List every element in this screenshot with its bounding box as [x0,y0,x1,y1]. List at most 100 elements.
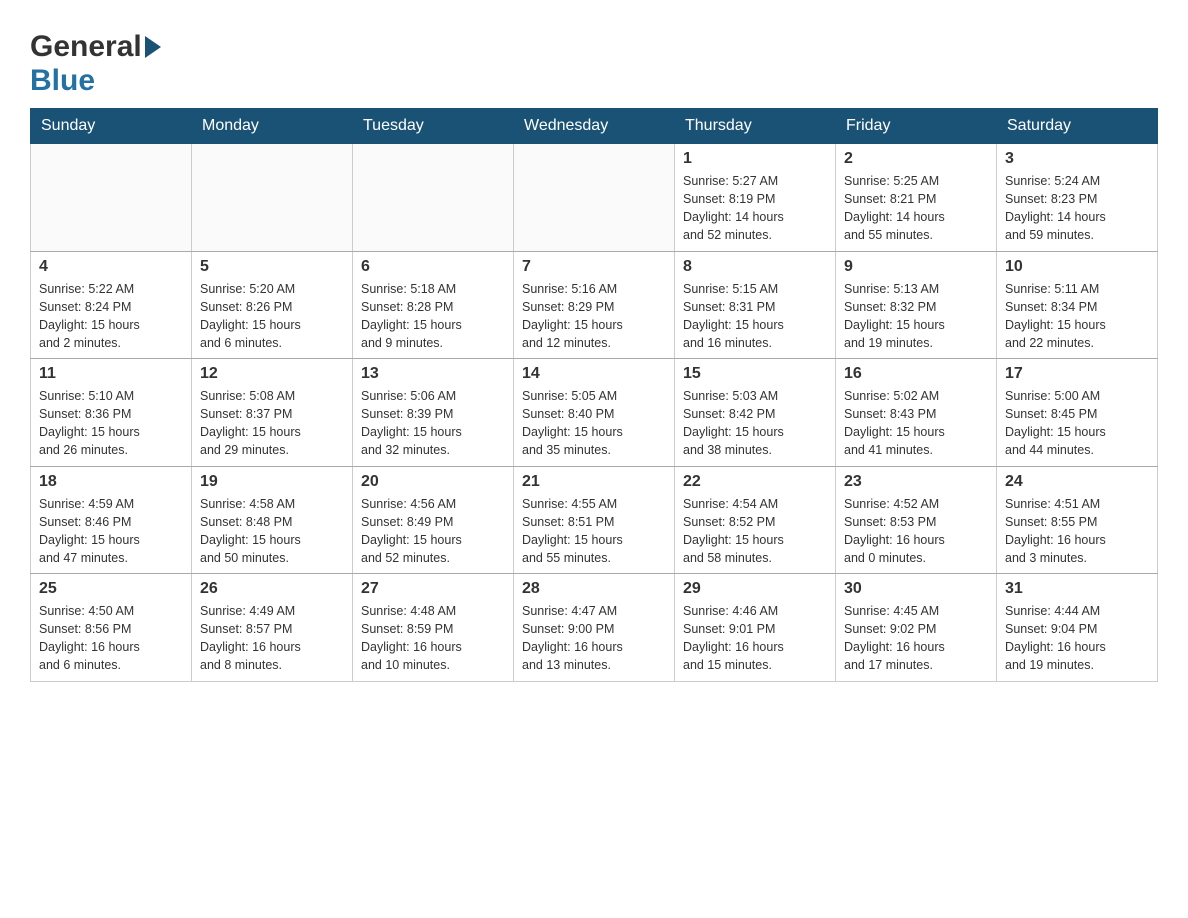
day-number: 13 [361,365,505,383]
calendar-cell: 6 Sunrise: 5:18 AM Sunset: 8:28 PM Daylig… [353,251,514,359]
header-monday: Monday [192,109,353,144]
calendar-cell: 9 Sunrise: 5:13 AM Sunset: 8:32 PM Daylig… [836,251,997,359]
day-number: 3 [1005,150,1149,168]
day-info: Sunrise: 5:06 AM Sunset: 8:39 PM Dayligh… [361,387,505,460]
day-number: 18 [39,473,183,491]
day-info: Sunrise: 4:55 AM Sunset: 8:51 PM Dayligh… [522,495,666,568]
calendar-cell: 4 Sunrise: 5:22 AM Sunset: 8:24 PM Daylig… [31,251,192,359]
calendar-cell: 16 Sunrise: 5:02 AM Sunset: 8:43 PM Dayli… [836,359,997,467]
day-number: 17 [1005,365,1149,383]
day-info: Sunrise: 5:15 AM Sunset: 8:31 PM Dayligh… [683,280,827,353]
logo: General Blue [30,20,161,98]
day-number: 8 [683,258,827,276]
day-number: 19 [200,473,344,491]
day-info: Sunrise: 5:13 AM Sunset: 8:32 PM Dayligh… [844,280,988,353]
day-number: 31 [1005,580,1149,598]
day-info: Sunrise: 5:02 AM Sunset: 8:43 PM Dayligh… [844,387,988,460]
day-number: 14 [522,365,666,383]
day-number: 12 [200,365,344,383]
day-info: Sunrise: 4:50 AM Sunset: 8:56 PM Dayligh… [39,602,183,675]
day-number: 9 [844,258,988,276]
day-number: 1 [683,150,827,168]
day-number: 22 [683,473,827,491]
calendar-cell: 25 Sunrise: 4:50 AM Sunset: 8:56 PM Dayli… [31,574,192,682]
header-friday: Friday [836,109,997,144]
day-info: Sunrise: 5:03 AM Sunset: 8:42 PM Dayligh… [683,387,827,460]
day-info: Sunrise: 4:48 AM Sunset: 8:59 PM Dayligh… [361,602,505,675]
day-info: Sunrise: 4:51 AM Sunset: 8:55 PM Dayligh… [1005,495,1149,568]
calendar-cell: 22 Sunrise: 4:54 AM Sunset: 8:52 PM Dayli… [675,466,836,574]
day-info: Sunrise: 5:11 AM Sunset: 8:34 PM Dayligh… [1005,280,1149,353]
day-info: Sunrise: 4:54 AM Sunset: 8:52 PM Dayligh… [683,495,827,568]
day-info: Sunrise: 5:08 AM Sunset: 8:37 PM Dayligh… [200,387,344,460]
header-sunday: Sunday [31,109,192,144]
calendar-cell: 5 Sunrise: 5:20 AM Sunset: 8:26 PM Daylig… [192,251,353,359]
day-info: Sunrise: 4:47 AM Sunset: 9:00 PM Dayligh… [522,602,666,675]
day-info: Sunrise: 4:45 AM Sunset: 9:02 PM Dayligh… [844,602,988,675]
calendar-cell: 14 Sunrise: 5:05 AM Sunset: 8:40 PM Dayli… [514,359,675,467]
day-info: Sunrise: 4:46 AM Sunset: 9:01 PM Dayligh… [683,602,827,675]
day-info: Sunrise: 5:10 AM Sunset: 8:36 PM Dayligh… [39,387,183,460]
calendar-cell: 23 Sunrise: 4:52 AM Sunset: 8:53 PM Dayli… [836,466,997,574]
calendar-cell: 11 Sunrise: 5:10 AM Sunset: 8:36 PM Dayli… [31,359,192,467]
header-tuesday: Tuesday [353,109,514,144]
day-number: 6 [361,258,505,276]
day-number: 28 [522,580,666,598]
page-header: General Blue [30,20,1158,98]
calendar-cell: 28 Sunrise: 4:47 AM Sunset: 9:00 PM Dayli… [514,574,675,682]
header-saturday: Saturday [997,109,1158,144]
day-number: 20 [361,473,505,491]
day-info: Sunrise: 5:25 AM Sunset: 8:21 PM Dayligh… [844,172,988,245]
day-number: 21 [522,473,666,491]
day-info: Sunrise: 5:27 AM Sunset: 8:19 PM Dayligh… [683,172,827,245]
calendar-cell: 26 Sunrise: 4:49 AM Sunset: 8:57 PM Dayli… [192,574,353,682]
day-number: 5 [200,258,344,276]
calendar-cell: 24 Sunrise: 4:51 AM Sunset: 8:55 PM Dayli… [997,466,1158,574]
day-number: 4 [39,258,183,276]
day-info: Sunrise: 5:24 AM Sunset: 8:23 PM Dayligh… [1005,172,1149,245]
calendar-table: SundayMondayTuesdayWednesdayThursdayFrid… [30,108,1158,682]
calendar-cell: 21 Sunrise: 4:55 AM Sunset: 8:51 PM Dayli… [514,466,675,574]
day-number: 25 [39,580,183,598]
day-info: Sunrise: 5:22 AM Sunset: 8:24 PM Dayligh… [39,280,183,353]
calendar-cell: 18Sunrise: 4:59 AM Sunset: 8:46 PM Dayli… [31,466,192,574]
day-number: 30 [844,580,988,598]
day-number: 15 [683,365,827,383]
calendar-cell: 8 Sunrise: 5:15 AM Sunset: 8:31 PM Daylig… [675,251,836,359]
calendar-cell: 12 Sunrise: 5:08 AM Sunset: 8:37 PM Dayli… [192,359,353,467]
calendar-cell: 20 Sunrise: 4:56 AM Sunset: 8:49 PM Dayli… [353,466,514,574]
day-number: 11 [39,365,183,383]
calendar-header-row: SundayMondayTuesdayWednesdayThursdayFrid… [31,109,1158,144]
day-info: Sunrise: 5:00 AM Sunset: 8:45 PM Dayligh… [1005,387,1149,460]
week-row-2: 4 Sunrise: 5:22 AM Sunset: 8:24 PM Daylig… [31,251,1158,359]
calendar-cell: 10 Sunrise: 5:11 AM Sunset: 8:34 PM Dayli… [997,251,1158,359]
calendar-cell: 31 Sunrise: 4:44 AM Sunset: 9:04 PM Dayli… [997,574,1158,682]
day-info: Sunrise: 4:56 AM Sunset: 8:49 PM Dayligh… [361,495,505,568]
week-row-1: 1 Sunrise: 5:27 AM Sunset: 8:19 PM Daylig… [31,144,1158,252]
week-row-3: 11 Sunrise: 5:10 AM Sunset: 8:36 PM Dayli… [31,359,1158,467]
header-wednesday: Wednesday [514,109,675,144]
calendar-cell: 17 Sunrise: 5:00 AM Sunset: 8:45 PM Dayli… [997,359,1158,467]
calendar-cell: 13 Sunrise: 5:06 AM Sunset: 8:39 PM Dayli… [353,359,514,467]
calendar-cell: 15 Sunrise: 5:03 AM Sunset: 8:42 PM Dayli… [675,359,836,467]
day-info: Sunrise: 5:20 AM Sunset: 8:26 PM Dayligh… [200,280,344,353]
day-info: Sunrise: 4:44 AM Sunset: 9:04 PM Dayligh… [1005,602,1149,675]
day-number: 10 [1005,258,1149,276]
calendar-cell: 7Sunrise: 5:16 AM Sunset: 8:29 PM Daylig… [514,251,675,359]
calendar-cell: 1 Sunrise: 5:27 AM Sunset: 8:19 PM Daylig… [675,144,836,252]
calendar-cell [31,144,192,252]
day-info: Sunrise: 5:05 AM Sunset: 8:40 PM Dayligh… [522,387,666,460]
day-number: 26 [200,580,344,598]
day-number: 16 [844,365,988,383]
day-info: Sunrise: 5:18 AM Sunset: 8:28 PM Dayligh… [361,280,505,353]
calendar-cell: 30 Sunrise: 4:45 AM Sunset: 9:02 PM Dayli… [836,574,997,682]
day-info: Sunrise: 4:52 AM Sunset: 8:53 PM Dayligh… [844,495,988,568]
day-number: 7 [522,258,666,276]
calendar-cell [514,144,675,252]
day-info: Sunrise: 4:49 AM Sunset: 8:57 PM Dayligh… [200,602,344,675]
day-number: 24 [1005,473,1149,491]
day-number: 23 [844,473,988,491]
calendar-cell: 29Sunrise: 4:46 AM Sunset: 9:01 PM Dayli… [675,574,836,682]
calendar-cell: 27Sunrise: 4:48 AM Sunset: 8:59 PM Dayli… [353,574,514,682]
week-row-5: 25 Sunrise: 4:50 AM Sunset: 8:56 PM Dayli… [31,574,1158,682]
